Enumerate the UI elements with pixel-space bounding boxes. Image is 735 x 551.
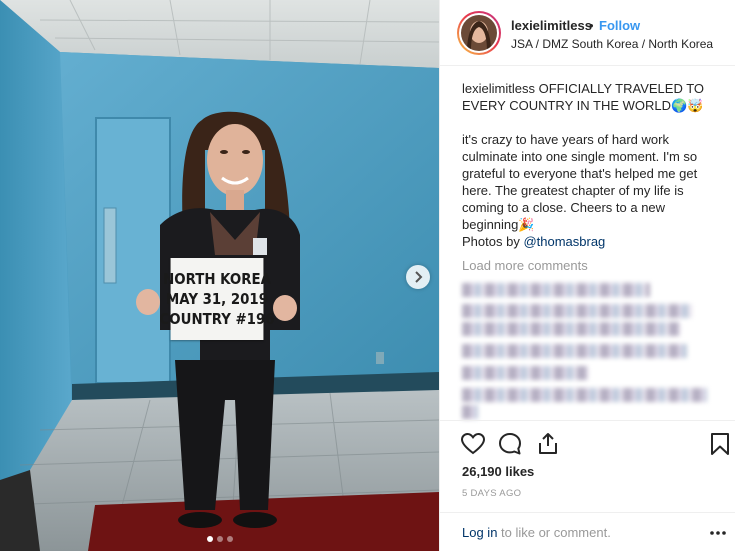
blurred-comment: [462, 405, 478, 419]
login-link[interactable]: Log in: [462, 525, 497, 540]
caption-body-block: it's crazy to have years of hard work cu…: [462, 131, 724, 250]
heart-icon[interactable]: [460, 431, 486, 457]
sign-line: MAY 31, 2019: [166, 290, 268, 308]
post-timestamp[interactable]: 5 DAYS AGO: [462, 488, 521, 499]
blurred-comment: [462, 344, 687, 358]
blurred-comment: [462, 366, 588, 380]
post-caption: lexielimitless OFFICIALLY TRAVELED TO EV…: [462, 80, 724, 250]
comment-icon[interactable]: [497, 431, 523, 457]
blurred-comment: [462, 304, 692, 318]
load-more-comments-button[interactable]: Load more comments: [462, 258, 588, 273]
likes-count[interactable]: 26,190 likes: [462, 464, 534, 479]
post-details-panel: lexielimitless • Follow JSA / DMZ South …: [439, 0, 735, 551]
follow-button[interactable]: Follow: [599, 18, 640, 33]
carousel-indicator: [0, 536, 439, 542]
login-prompt-text: to like or comment.: [501, 525, 611, 540]
more-options-icon[interactable]: [710, 531, 726, 535]
action-bar: [440, 420, 735, 464]
header-separator: •: [589, 18, 594, 33]
chevron-right-icon: [415, 271, 423, 283]
sign-line: COUNTRY #196: [159, 310, 275, 328]
country-sign: NORTH KOREA MAY 31, 2019 COUNTRY #196: [160, 258, 275, 340]
carousel-dot: [226, 536, 233, 542]
bookmark-icon[interactable]: [707, 431, 733, 457]
caption-username[interactable]: lexielimitless: [462, 81, 535, 96]
post-header: lexielimitless • Follow JSA / DMZ South …: [440, 0, 735, 66]
caption-headline-paragraph: lexielimitless OFFICIALLY TRAVELED TO EV…: [462, 80, 724, 114]
blurred-comment: [462, 283, 650, 297]
post-photo[interactable]: NORTH KOREA MAY 31, 2019 COUNTRY #196: [0, 0, 439, 551]
caption-body: it's crazy to have years of hard work cu…: [462, 132, 698, 232]
location-link[interactable]: JSA / DMZ South Korea / North Korea: [511, 37, 713, 51]
header-username[interactable]: lexielimitless: [511, 18, 592, 33]
post-footer: Log in to like or comment.: [440, 512, 735, 551]
caption-credit-prefix: Photos by: [462, 234, 524, 249]
avatar-image: [461, 15, 497, 51]
carousel-dot: [216, 536, 223, 542]
caption-mention-link[interactable]: @thomasbrag: [523, 234, 605, 249]
blurred-comment: [462, 388, 707, 402]
share-icon[interactable]: [535, 431, 561, 457]
sign-line: NORTH KOREA: [163, 270, 271, 288]
next-slide-button[interactable]: [406, 265, 430, 289]
blurred-comment: [462, 322, 680, 336]
avatar[interactable]: [457, 11, 501, 55]
carousel-dot-active: [206, 536, 213, 542]
